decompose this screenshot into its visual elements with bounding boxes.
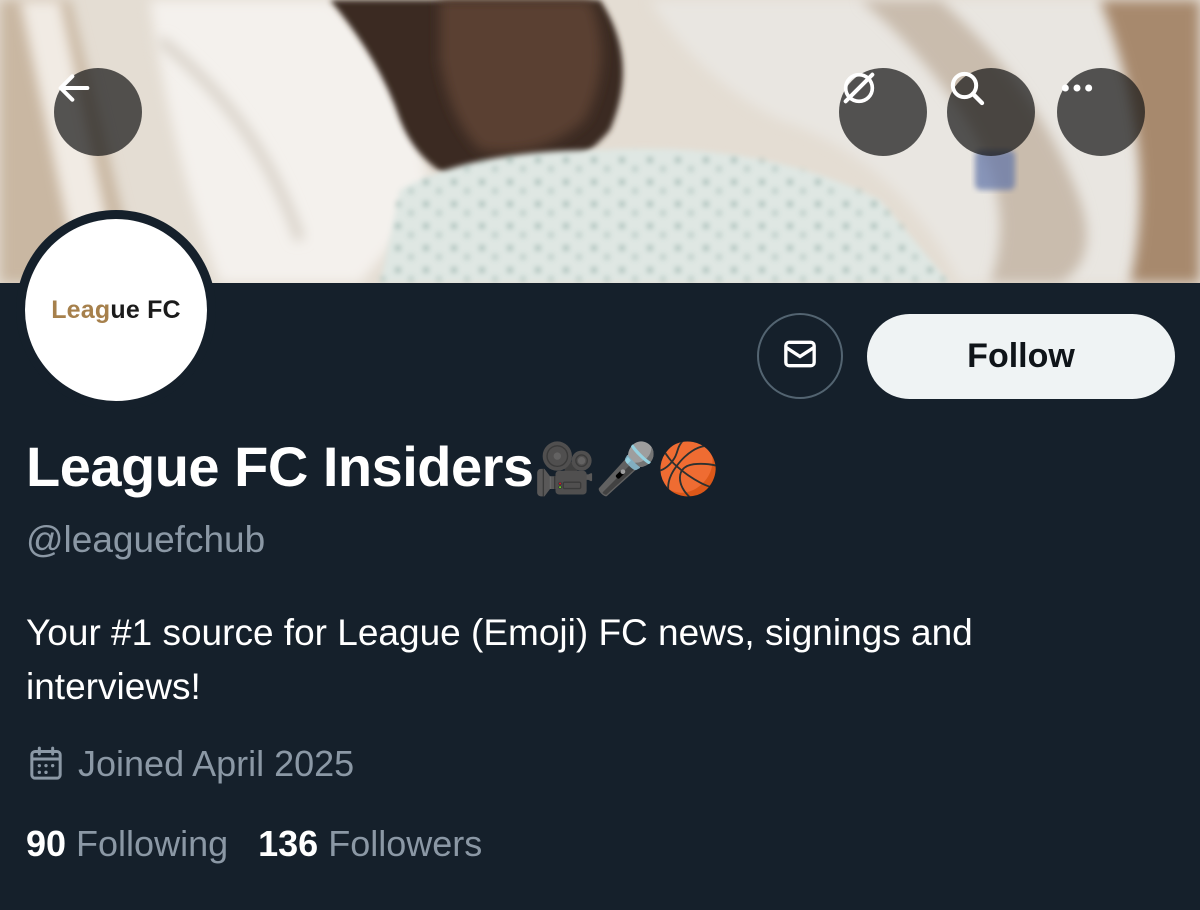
message-button[interactable] bbox=[757, 313, 843, 399]
avatar-logo: Leag ue FC bbox=[25, 219, 207, 401]
follow-stats: 90 Following 136 Followers bbox=[26, 822, 512, 866]
display-name-emojis: 🎥🎤🏀 bbox=[533, 440, 720, 498]
user-handle: @leaguefchub bbox=[26, 519, 266, 560]
joined-text: Joined April 2025 bbox=[78, 743, 355, 784]
followers-count: 136 bbox=[258, 823, 319, 864]
display-name: League FC Insiders🎥🎤🏀 bbox=[26, 432, 719, 504]
logo-text-part1: Leag bbox=[51, 295, 111, 324]
logo-text-part2: ue FC bbox=[110, 295, 181, 324]
back-button[interactable] bbox=[54, 68, 142, 156]
joined-date: Joined April 2025 bbox=[26, 742, 354, 786]
envelope-icon bbox=[780, 334, 820, 379]
follow-button[interactable]: Follow bbox=[867, 314, 1175, 399]
display-name-text: League FC Insiders bbox=[26, 435, 534, 498]
grok-button[interactable] bbox=[839, 68, 927, 156]
followers-label: Followers bbox=[328, 823, 483, 864]
search-button[interactable] bbox=[947, 68, 1035, 156]
profile-bio: Your #1 source for League (Emoji) FC new… bbox=[26, 612, 973, 707]
following-count: 90 bbox=[26, 823, 67, 864]
profile-avatar[interactable]: Leag ue FC bbox=[16, 210, 216, 410]
calendar-icon bbox=[26, 744, 66, 784]
more-button[interactable] bbox=[1057, 68, 1145, 156]
following-label: Following bbox=[76, 823, 229, 864]
following-link[interactable]: 90 Following bbox=[26, 822, 228, 866]
followers-link[interactable]: 136 Followers bbox=[258, 822, 482, 866]
